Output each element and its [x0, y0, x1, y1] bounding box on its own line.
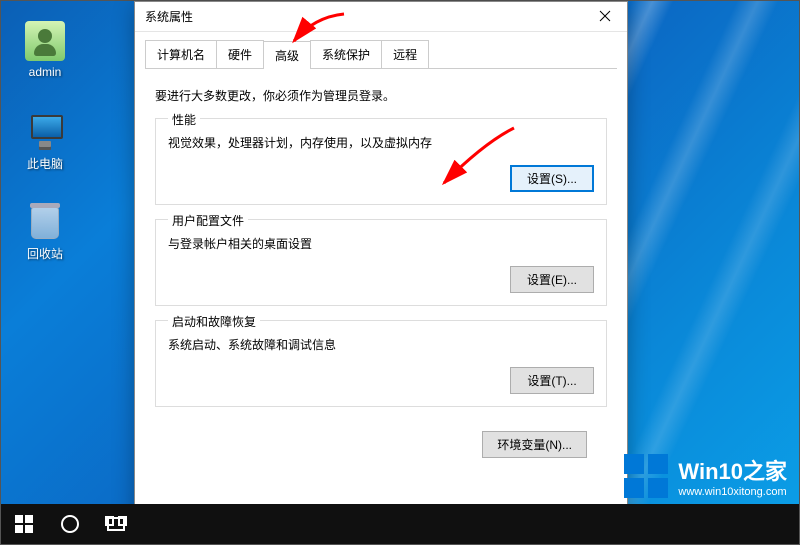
desktop-icon-label: 此电脑 — [9, 155, 81, 172]
task-view-button[interactable] — [93, 504, 139, 544]
windows-logo-icon — [624, 454, 668, 498]
group-startup-recovery: 启动和故障恢复 系统启动、系统故障和调试信息 设置(T)... — [155, 320, 607, 407]
user-folder-icon — [25, 21, 65, 61]
intro-text: 要进行大多数更改，你必须作为管理员登录。 — [155, 87, 607, 104]
dialog-body: 要进行大多数更改，你必须作为管理员登录。 性能 视觉效果，处理器计划，内存使用，… — [135, 69, 627, 468]
desktop-icon-admin[interactable]: admin — [9, 21, 81, 79]
system-properties-dialog: 系统属性 计算机名 硬件 高级 系统保护 远程 要进行大多数更改，你必须作为管理… — [134, 1, 628, 525]
windows-icon — [15, 515, 33, 533]
group-desc: 与登录帐户相关的桌面设置 — [168, 235, 594, 252]
desktop-icon-label: 回收站 — [9, 245, 81, 262]
user-profiles-settings-button[interactable]: 设置(E)... — [510, 266, 594, 293]
taskbar — [1, 504, 799, 544]
performance-settings-button[interactable]: 设置(S)... — [510, 165, 594, 192]
tab-hardware[interactable]: 硬件 — [216, 40, 264, 68]
watermark-url: www.win10xitong.com — [678, 486, 787, 498]
dialog-footer: 环境变量(N)... — [155, 421, 607, 458]
close-button[interactable] — [583, 3, 627, 31]
recycle-bin-icon — [25, 201, 65, 241]
start-button[interactable] — [1, 504, 47, 544]
group-legend: 用户配置文件 — [168, 212, 248, 229]
startup-recovery-settings-button[interactable]: 设置(T)... — [510, 367, 594, 394]
group-user-profiles: 用户配置文件 与登录帐户相关的桌面设置 设置(E)... — [155, 219, 607, 306]
tab-computer-name[interactable]: 计算机名 — [145, 40, 217, 68]
tab-advanced[interactable]: 高级 — [263, 41, 311, 69]
environment-variables-button[interactable]: 环境变量(N)... — [482, 431, 587, 458]
group-desc: 视觉效果，处理器计划，内存使用，以及虚拟内存 — [168, 134, 594, 151]
group-legend: 性能 — [168, 111, 200, 128]
group-performance: 性能 视觉效果，处理器计划，内存使用，以及虚拟内存 设置(S)... — [155, 118, 607, 205]
group-legend: 启动和故障恢复 — [168, 313, 260, 330]
cortana-icon — [61, 515, 79, 533]
desktop-icon-label: admin — [9, 65, 81, 79]
cortana-button[interactable] — [47, 504, 93, 544]
computer-icon — [25, 111, 65, 151]
tab-strip: 计算机名 硬件 高级 系统保护 远程 — [145, 40, 617, 69]
desktop-icon-this-pc[interactable]: 此电脑 — [9, 111, 81, 172]
close-icon — [599, 10, 611, 22]
watermark: Win10之家 www.win10xitong.com — [624, 454, 787, 498]
titlebar[interactable]: 系统属性 — [135, 2, 627, 32]
tab-system-protection[interactable]: 系统保护 — [310, 40, 382, 68]
tab-remote[interactable]: 远程 — [381, 40, 429, 68]
watermark-title: Win10之家 — [678, 454, 787, 486]
window-title: 系统属性 — [145, 8, 583, 25]
task-view-icon — [107, 517, 125, 531]
desktop-icon-recycle-bin[interactable]: 回收站 — [9, 201, 81, 262]
group-desc: 系统启动、系统故障和调试信息 — [168, 336, 594, 353]
